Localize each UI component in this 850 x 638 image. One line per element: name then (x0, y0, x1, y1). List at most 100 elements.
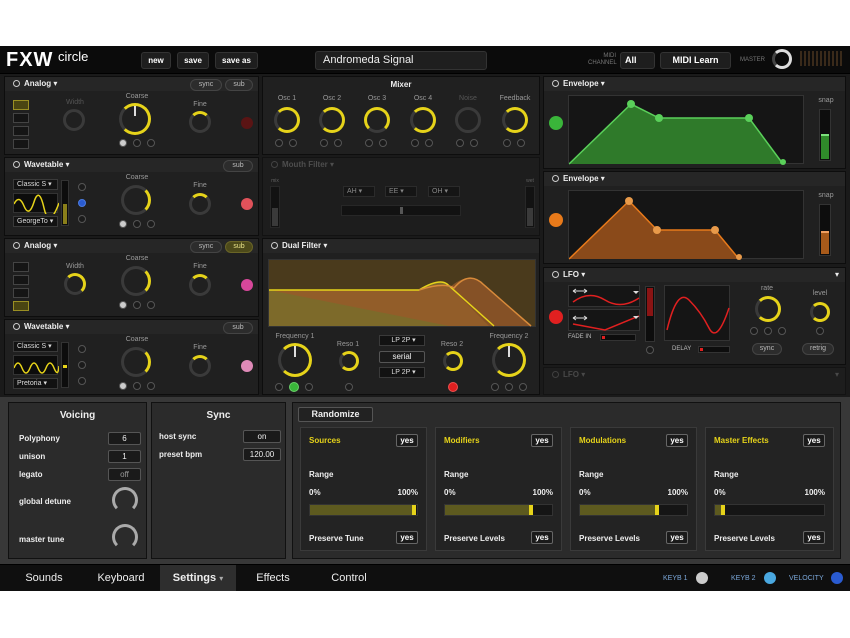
lfo1-wave-select-2[interactable] (568, 309, 640, 331)
osc2-sub-toggle[interactable]: sub (223, 160, 253, 172)
power-icon[interactable] (13, 80, 20, 87)
mixer-osc1-knob[interactable] (274, 107, 300, 133)
osc2-table2-select[interactable]: GeorgeTo ▾ (13, 216, 58, 227)
lfo2-title[interactable]: LFO (563, 370, 579, 379)
lfo1-sync-button[interactable]: sync (752, 343, 782, 355)
filter-mod-dot[interactable] (345, 383, 353, 391)
midi-channel-select[interactable]: All (620, 52, 655, 69)
filter-mod-dot[interactable] (275, 383, 283, 391)
filter2-type-select[interactable]: LP 2P ▾ (379, 367, 425, 378)
osc1-mod-dot-3[interactable] (147, 139, 155, 147)
modifiers-range-handle[interactable] (528, 505, 533, 515)
triangle-wave-icon[interactable] (13, 301, 29, 311)
envelope2-snap-slider[interactable] (819, 204, 831, 256)
sources-preserve-toggle[interactable]: yes (396, 531, 418, 544)
osc4-mod-dot-3[interactable] (147, 382, 155, 390)
power-icon[interactable] (13, 161, 20, 168)
osc4-coarse-knob[interactable] (121, 347, 151, 377)
osc4-dot-2[interactable] (78, 361, 86, 369)
keyb1-led[interactable] (696, 572, 708, 584)
osc3-type[interactable]: Analog (24, 241, 51, 250)
lfo1-retrig-button[interactable]: retrig (802, 343, 834, 355)
lfo1-rate-knob[interactable] (755, 296, 781, 322)
mixer-osc2-knob[interactable] (319, 107, 345, 133)
modulations-range-slider[interactable] (579, 504, 688, 516)
mixer-dot[interactable] (517, 139, 525, 147)
save-button[interactable]: save (177, 52, 209, 69)
sine-wave-icon[interactable] (13, 100, 29, 110)
osc1-mod-dot-1[interactable] (119, 139, 127, 147)
filter-mod-dot-lfo[interactable] (448, 382, 458, 392)
lfo1-rate-dot[interactable] (750, 327, 758, 335)
filter-mod-dot[interactable] (505, 383, 513, 391)
osc1-fine-knob[interactable] (189, 111, 211, 133)
new-button[interactable]: new (141, 52, 171, 69)
unison-field[interactable]: 1 (108, 450, 141, 463)
mixer-dot[interactable] (503, 139, 511, 147)
osc3-mod-dot-1[interactable] (119, 301, 127, 309)
osc4-type[interactable]: Wavetable (24, 322, 63, 331)
power-icon[interactable] (271, 161, 278, 168)
osc4-mod-dot-1[interactable] (119, 382, 127, 390)
mixer-dot[interactable] (411, 139, 419, 147)
osc3-coarse-knob[interactable] (121, 266, 151, 296)
mouth-vowel-3-select[interactable]: OH ▾ (428, 186, 460, 197)
tab-control[interactable]: Control (310, 565, 388, 591)
freq1-knob[interactable] (278, 343, 312, 377)
envelope1-snap-slider[interactable] (819, 109, 831, 161)
envelope2-title[interactable]: Envelope (563, 174, 599, 183)
osc4-position-slider[interactable] (61, 342, 69, 388)
power-icon[interactable] (271, 242, 278, 249)
modulations-range-handle[interactable] (655, 505, 660, 515)
osc2-dot-2[interactable] (78, 199, 86, 207)
mouth-vowel-2-select[interactable]: EE ▾ (385, 186, 417, 197)
osc4-dot-1[interactable] (78, 345, 86, 353)
master-effects-range-slider[interactable] (714, 504, 825, 516)
lfo1-led[interactable] (549, 310, 563, 324)
randomize-button[interactable]: Randomize (298, 407, 373, 422)
sources-range-handle[interactable] (411, 505, 416, 515)
filter-mod-dot[interactable] (491, 383, 499, 391)
power-icon[interactable] (552, 371, 559, 378)
triangle-wave-icon[interactable] (13, 139, 29, 149)
power-icon[interactable] (552, 80, 559, 87)
mouth-vowel-1-select[interactable]: AH ▾ (343, 186, 375, 197)
saw-wave-icon[interactable] (13, 275, 29, 285)
modulations-toggle[interactable]: yes (666, 434, 688, 447)
osc4-table-select[interactable]: Classic S ▾ (13, 341, 58, 352)
osc3-mod-dot-3[interactable] (147, 301, 155, 309)
global-detune-knob[interactable] (112, 487, 138, 513)
power-icon[interactable] (13, 242, 20, 249)
modifiers-toggle[interactable]: yes (531, 434, 553, 447)
osc2-type[interactable]: Wavetable (24, 160, 63, 169)
lfo1-menu-icon[interactable]: ▾ (835, 268, 839, 282)
osc1-mod-dot-2[interactable] (133, 139, 141, 147)
mixer-dot[interactable] (275, 139, 283, 147)
osc4-table2-select[interactable]: Pretoria ▾ (13, 378, 58, 389)
modifiers-preserve-toggle[interactable]: yes (531, 531, 553, 544)
mixer-dot[interactable] (456, 139, 464, 147)
lfo1-amount-slider[interactable] (645, 286, 655, 342)
mixer-dot[interactable] (320, 139, 328, 147)
osc3-mod-dot-2[interactable] (133, 301, 141, 309)
mouth-mix-slider[interactable] (270, 186, 280, 228)
lfo1-fade-in-slider[interactable] (600, 334, 636, 341)
tab-settings[interactable]: Settings ▾ (160, 565, 236, 591)
osc3-fine-knob[interactable] (189, 274, 211, 296)
keyb2-led[interactable] (764, 572, 776, 584)
master-effects-toggle[interactable]: yes (803, 434, 825, 447)
dual-filter-title[interactable]: Dual Filter (282, 241, 321, 250)
envelope1-led[interactable] (549, 116, 563, 130)
osc3-sync-toggle[interactable]: sync (190, 241, 222, 253)
mixer-osc4-knob[interactable] (410, 107, 436, 133)
reso2-knob[interactable] (443, 351, 463, 371)
mixer-dot[interactable] (425, 139, 433, 147)
osc2-mod-dot-2[interactable] (133, 220, 141, 228)
mixer-dot[interactable] (470, 139, 478, 147)
osc2-dot-1[interactable] (78, 183, 86, 191)
square-wave-icon[interactable] (13, 126, 29, 136)
mixer-dot[interactable] (365, 139, 373, 147)
sources-range-slider[interactable] (309, 504, 418, 516)
osc1-sync-toggle[interactable]: sync (190, 79, 222, 91)
legato-toggle[interactable]: off (108, 468, 141, 481)
